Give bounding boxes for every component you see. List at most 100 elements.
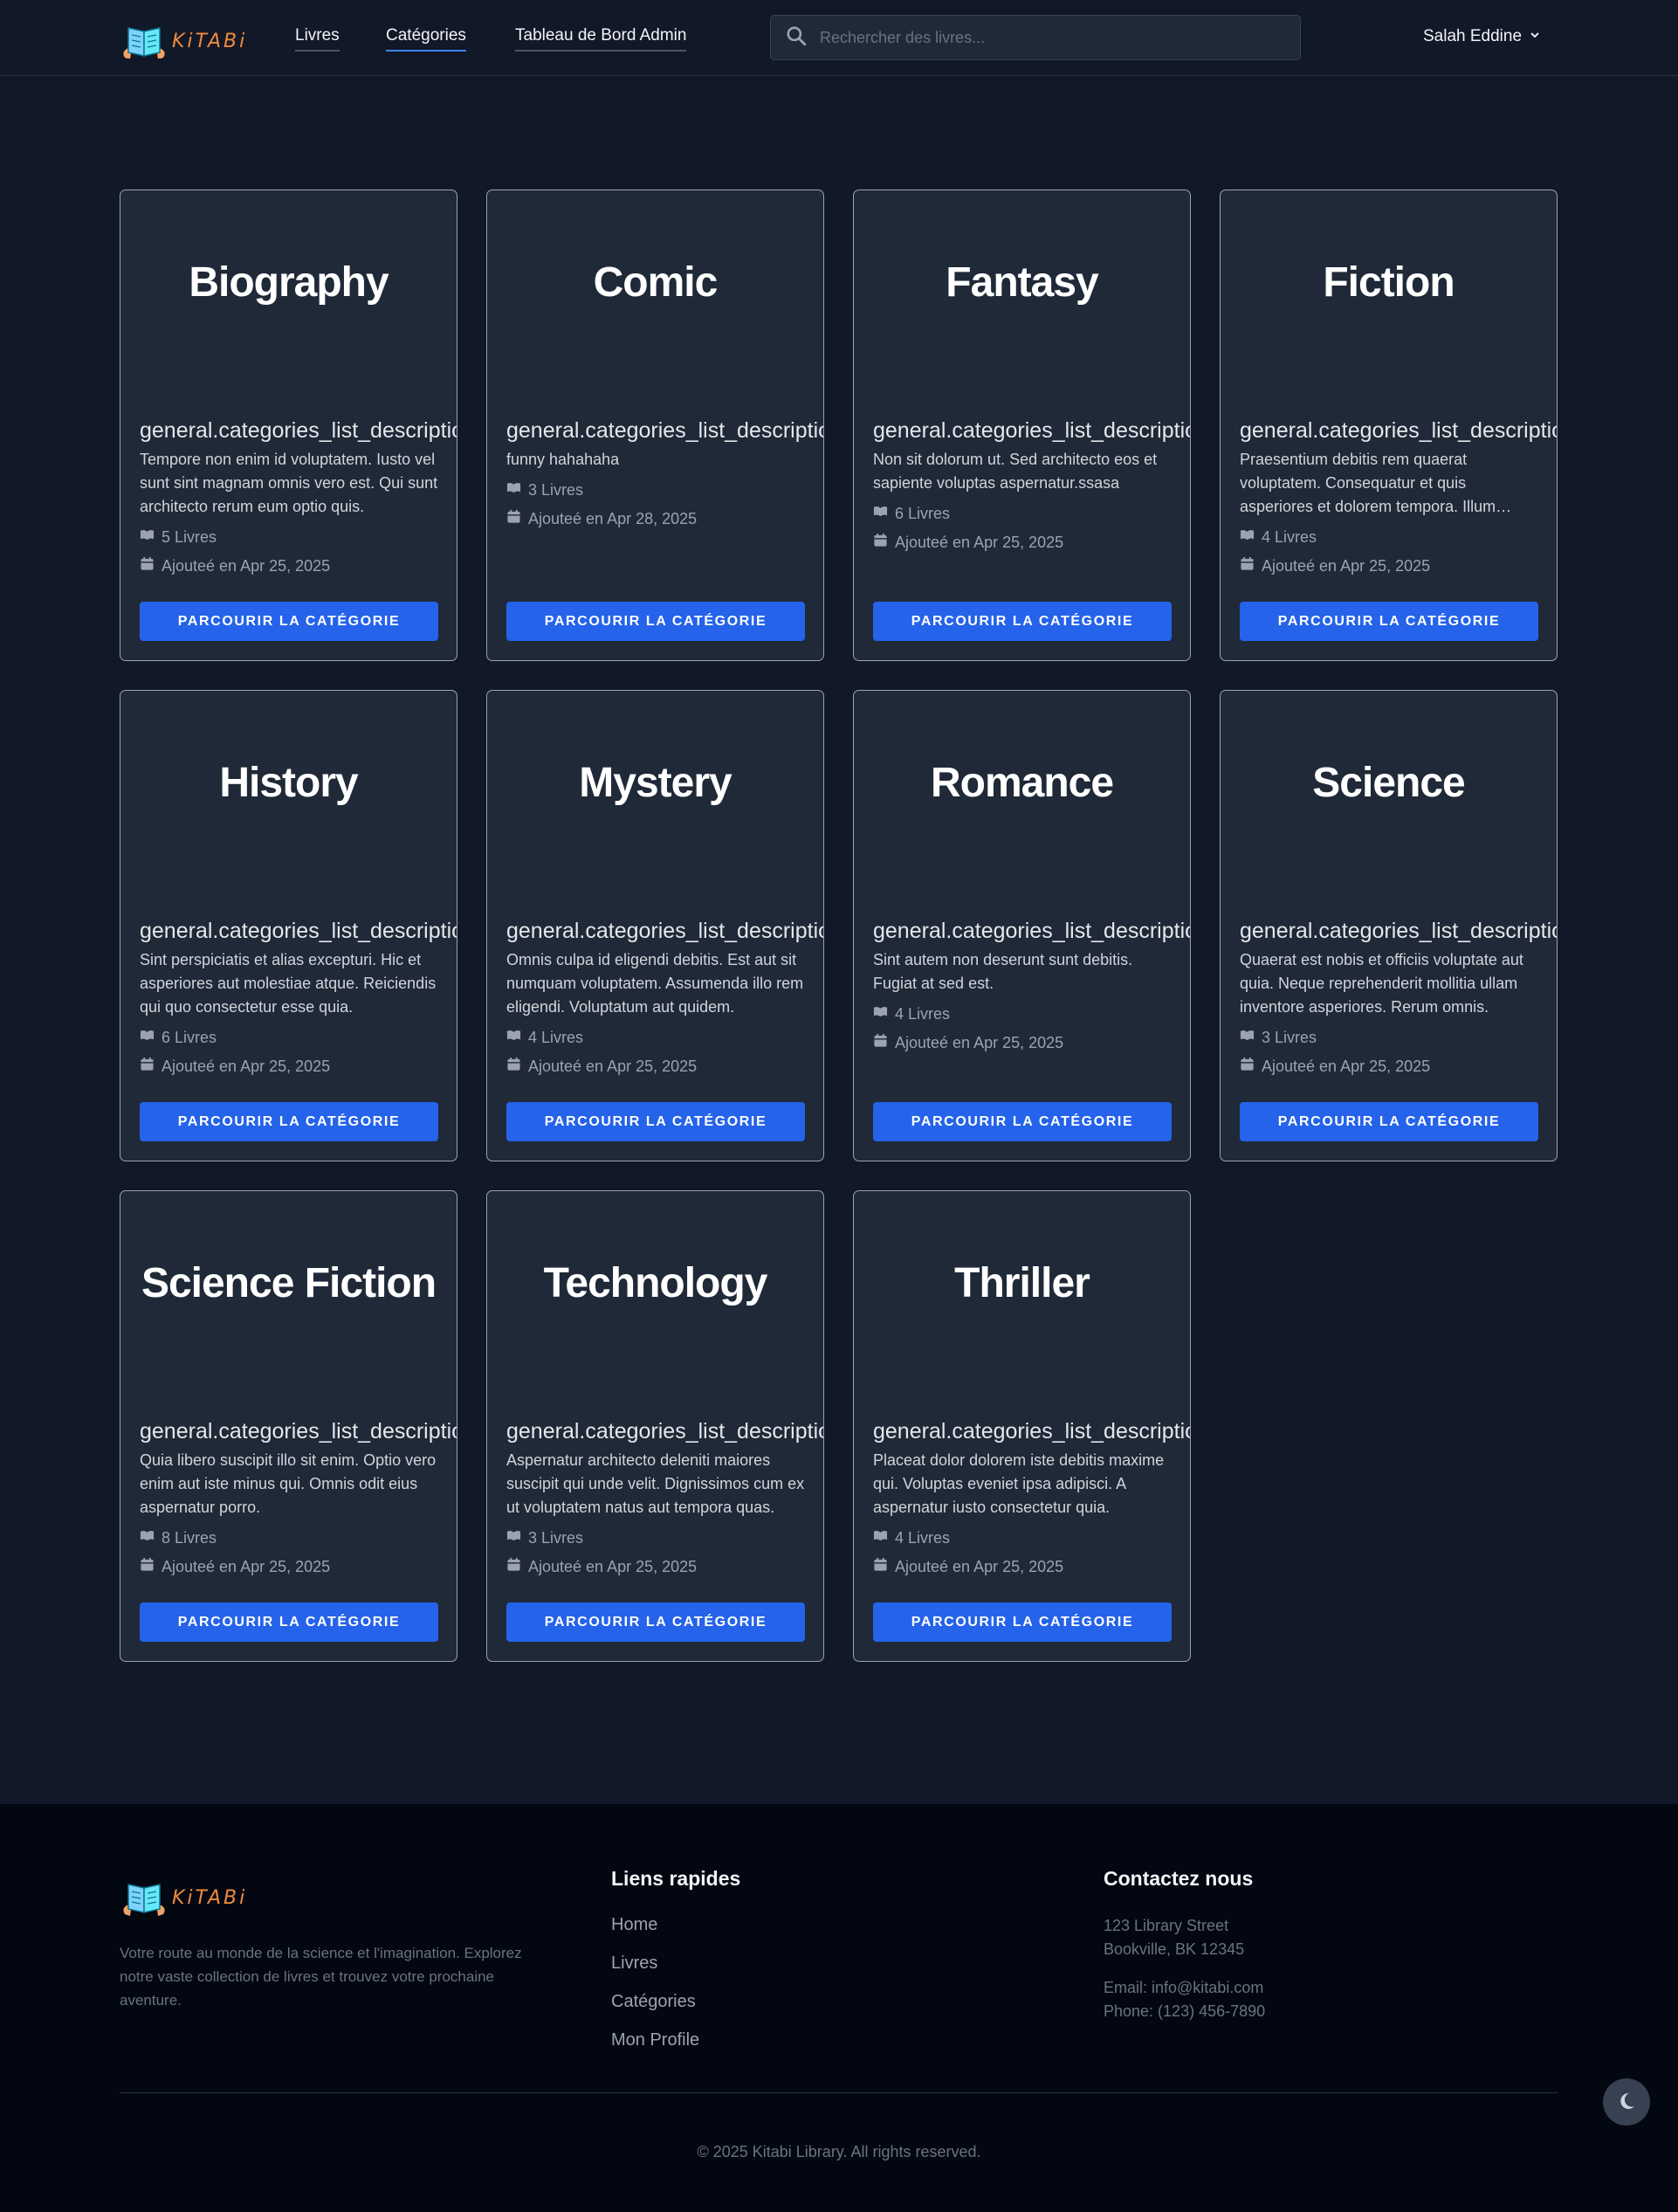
browse-category-button[interactable]: PARCOURIR LA CATÉGORIE — [873, 1102, 1172, 1141]
quick-links: Home Livres Catégories Mon Profile — [611, 1914, 699, 2068]
category-description-key: general.categories_list_description — [140, 1419, 457, 1444]
brand-logo[interactable]: KiTABi — [120, 17, 247, 65]
footer-link-home[interactable]: Home — [611, 1914, 699, 1935]
browse-category-button[interactable]: PARCOURIR LA CATÉGORIE — [140, 602, 438, 641]
category-body: general.categories_list_description Quia… — [140, 1418, 457, 1576]
search-input[interactable] — [820, 28, 1274, 47]
category-description: Sint perspiciatis et alias excepturi. Hi… — [140, 951, 437, 1016]
book-count-text: 5 Livres — [162, 527, 217, 546]
added-date: Ajouteé en Apr 25, 2025 — [506, 1057, 807, 1076]
added-date-text: Ajouteé en Apr 25, 2025 — [1262, 1057, 1431, 1075]
nav-link-livres[interactable]: Livres — [295, 26, 340, 52]
address-line-2: Bookville, BK 12345 — [1104, 1940, 1245, 1958]
category-card: Fantasy general.categories_list_descript… — [853, 190, 1191, 661]
footer-brand-logo[interactable]: KiTABi — [120, 1874, 247, 1921]
book-count: 5 Livres — [140, 527, 440, 547]
nav-link-admin-dashboard[interactable]: Tableau de Bord Admin — [515, 26, 687, 52]
book-count-text: 8 Livres — [162, 1528, 217, 1547]
calendar-icon — [873, 1033, 888, 1052]
calendar-icon — [506, 1057, 521, 1076]
book-count: 4 Livres — [1240, 527, 1540, 547]
browse-category-button[interactable]: PARCOURIR LA CATÉGORIE — [1240, 1102, 1538, 1141]
category-card: Romance general.categories_list_descript… — [853, 690, 1191, 1161]
category-card: History general.categories_list_descript… — [120, 690, 457, 1161]
contact-email: Email: info@kitabi.com — [1104, 1979, 1264, 1996]
browse-category-button[interactable]: PARCOURIR LA CATÉGORIE — [1240, 602, 1538, 641]
category-description: Praesentium debitis rem quaerat voluptat… — [1240, 451, 1496, 515]
added-date-text: Ajouteé en Apr 25, 2025 — [895, 1033, 1064, 1051]
category-card: Biography general.categories_list_descri… — [120, 190, 457, 661]
added-date: Ajouteé en Apr 25, 2025 — [506, 1557, 807, 1576]
category-card: Thriller general.categories_list_descrip… — [853, 1190, 1191, 1662]
browse-category-button[interactable]: PARCOURIR LA CATÉGORIE — [873, 602, 1172, 641]
category-body: general.categories_list_description Quae… — [1240, 918, 1557, 1076]
category-description: Aspernatur architecto deleniti maiores s… — [506, 1451, 805, 1516]
browse-category-button[interactable]: PARCOURIR LA CATÉGORIE — [506, 1602, 805, 1642]
added-date-text: Ajouteé en Apr 25, 2025 — [1262, 556, 1431, 575]
book-count: 4 Livres — [873, 1528, 1173, 1547]
category-description: Sint autem non deserunt sunt debitis. Fu… — [873, 951, 1133, 992]
added-date-text: Ajouteé en Apr 25, 2025 — [528, 1557, 698, 1575]
book-count-text: 3 Livres — [1262, 1028, 1317, 1046]
address-line-1: 123 Library Street — [1104, 1917, 1229, 1934]
category-title: Comic — [593, 259, 719, 306]
footer-link-profile[interactable]: Mon Profile — [611, 2029, 699, 2050]
added-date: Ajouteé en Apr 25, 2025 — [140, 1557, 440, 1576]
category-title: Biography — [189, 259, 389, 306]
user-menu[interactable]: Salah Eddine — [1423, 27, 1541, 46]
footer-link-categories[interactable]: Catégories — [611, 1991, 699, 2012]
book-count-text: 3 Livres — [528, 480, 584, 499]
browse-category-button[interactable]: PARCOURIR LA CATÉGORIE — [506, 602, 805, 641]
footer-link-livres[interactable]: Livres — [611, 1953, 699, 1974]
book-count: 8 Livres — [140, 1528, 440, 1547]
added-date: Ajouteé en Apr 25, 2025 — [140, 1057, 440, 1076]
added-date: Ajouteé en Apr 25, 2025 — [873, 533, 1173, 552]
added-date: Ajouteé en Apr 25, 2025 — [140, 556, 440, 575]
browse-category-button[interactable]: PARCOURIR LA CATÉGORIE — [506, 1102, 805, 1141]
theme-toggle-button[interactable] — [1603, 2078, 1650, 2126]
contact-info: 123 Library Street Bookville, BK 12345 E… — [1104, 1914, 1265, 2023]
browse-category-button[interactable]: PARCOURIR LA CATÉGORIE — [140, 1602, 438, 1642]
footer-brand-name: KiTABi — [172, 1886, 248, 1909]
category-card: Science Fiction general.categories_list_… — [120, 1190, 457, 1662]
category-body: general.categories_list_description Prae… — [1240, 417, 1557, 575]
category-body: general.categories_list_description Sint… — [140, 918, 457, 1076]
calendar-icon — [1240, 1057, 1255, 1076]
book-count: 4 Livres — [873, 1004, 1173, 1023]
category-title: Mystery — [579, 760, 732, 806]
category-body: general.categories_list_description Sint… — [873, 918, 1190, 1052]
top-navbar: KiTABi Livres Catégories Tableau de Bord… — [0, 0, 1678, 76]
calendar-icon — [506, 1557, 521, 1576]
added-date: Ajouteé en Apr 25, 2025 — [1240, 556, 1540, 575]
calendar-icon — [1240, 556, 1255, 575]
footer-divider — [120, 2092, 1558, 2093]
book-count: 3 Livres — [506, 1528, 807, 1547]
category-title: Fiction — [1323, 259, 1454, 306]
quick-links-heading: Liens rapides — [611, 1867, 741, 1890]
category-card: Fiction general.categories_list_descript… — [1220, 190, 1558, 661]
calendar-icon — [873, 533, 888, 552]
category-title: Thriller — [954, 1260, 1090, 1306]
added-date: Ajouteé en Apr 25, 2025 — [873, 1033, 1173, 1052]
copyright: © 2025 Kitabi Library. All rights reserv… — [697, 2143, 981, 2160]
book-icon — [140, 1028, 155, 1047]
contact-heading: Contactez nous — [1104, 1867, 1254, 1890]
search-icon — [785, 24, 808, 52]
added-date-text: Ajouteé en Apr 25, 2025 — [895, 533, 1064, 551]
category-description: Omnis culpa id eligendi debitis. Est aut… — [506, 951, 804, 1016]
book-icon — [506, 1028, 521, 1047]
category-card: Science general.categories_list_descript… — [1220, 690, 1558, 1161]
search-bar[interactable] — [770, 15, 1301, 60]
browse-category-button[interactable]: PARCOURIR LA CATÉGORIE — [140, 1102, 438, 1141]
book-count-text: 6 Livres — [895, 504, 951, 522]
category-description-key: general.categories_list_description — [140, 418, 457, 443]
categories-grid: Biography general.categories_list_descri… — [120, 190, 1558, 1662]
book-icon — [1240, 1028, 1255, 1047]
moon-icon — [1616, 2091, 1637, 2114]
book-count: 3 Livres — [506, 480, 807, 500]
nav-link-categories[interactable]: Catégories — [386, 26, 466, 52]
contact-phone: Phone: (123) 456-7890 — [1104, 2002, 1266, 2020]
calendar-icon — [140, 1557, 155, 1576]
footer-about-text: Votre route au monde de la science et l'… — [120, 1945, 522, 2009]
browse-category-button[interactable]: PARCOURIR LA CATÉGORIE — [873, 1602, 1172, 1642]
